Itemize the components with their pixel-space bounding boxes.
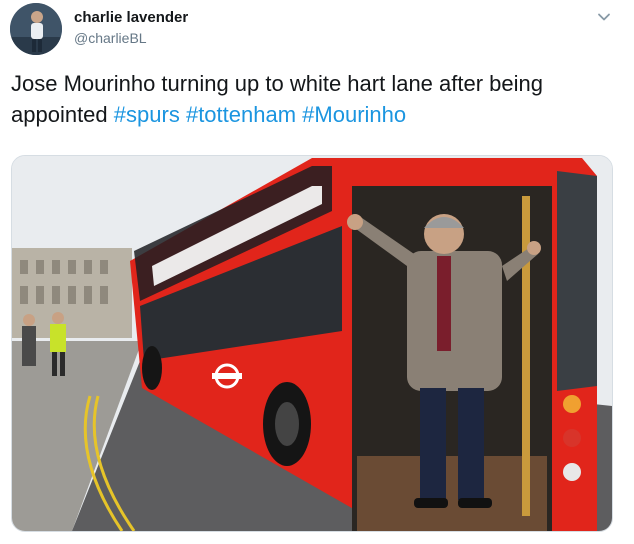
tweet-photo[interactable] — [11, 155, 613, 532]
hashtag-mourinho[interactable]: #Mourinho — [302, 102, 406, 127]
avatar[interactable] — [10, 3, 62, 55]
bus-photo-illustration — [12, 156, 612, 531]
author-name[interactable]: charlie lavender — [74, 9, 188, 26]
chevron-down-icon[interactable] — [596, 9, 612, 25]
hashtag-spurs[interactable]: #spurs — [114, 102, 180, 127]
avatar-image — [10, 3, 62, 55]
author-handle[interactable]: @charlieBL — [74, 30, 147, 46]
hashtag-tottenham[interactable]: #tottenham — [186, 102, 296, 127]
tweet-text: Jose Mourinho turning up to white hart l… — [11, 68, 623, 130]
